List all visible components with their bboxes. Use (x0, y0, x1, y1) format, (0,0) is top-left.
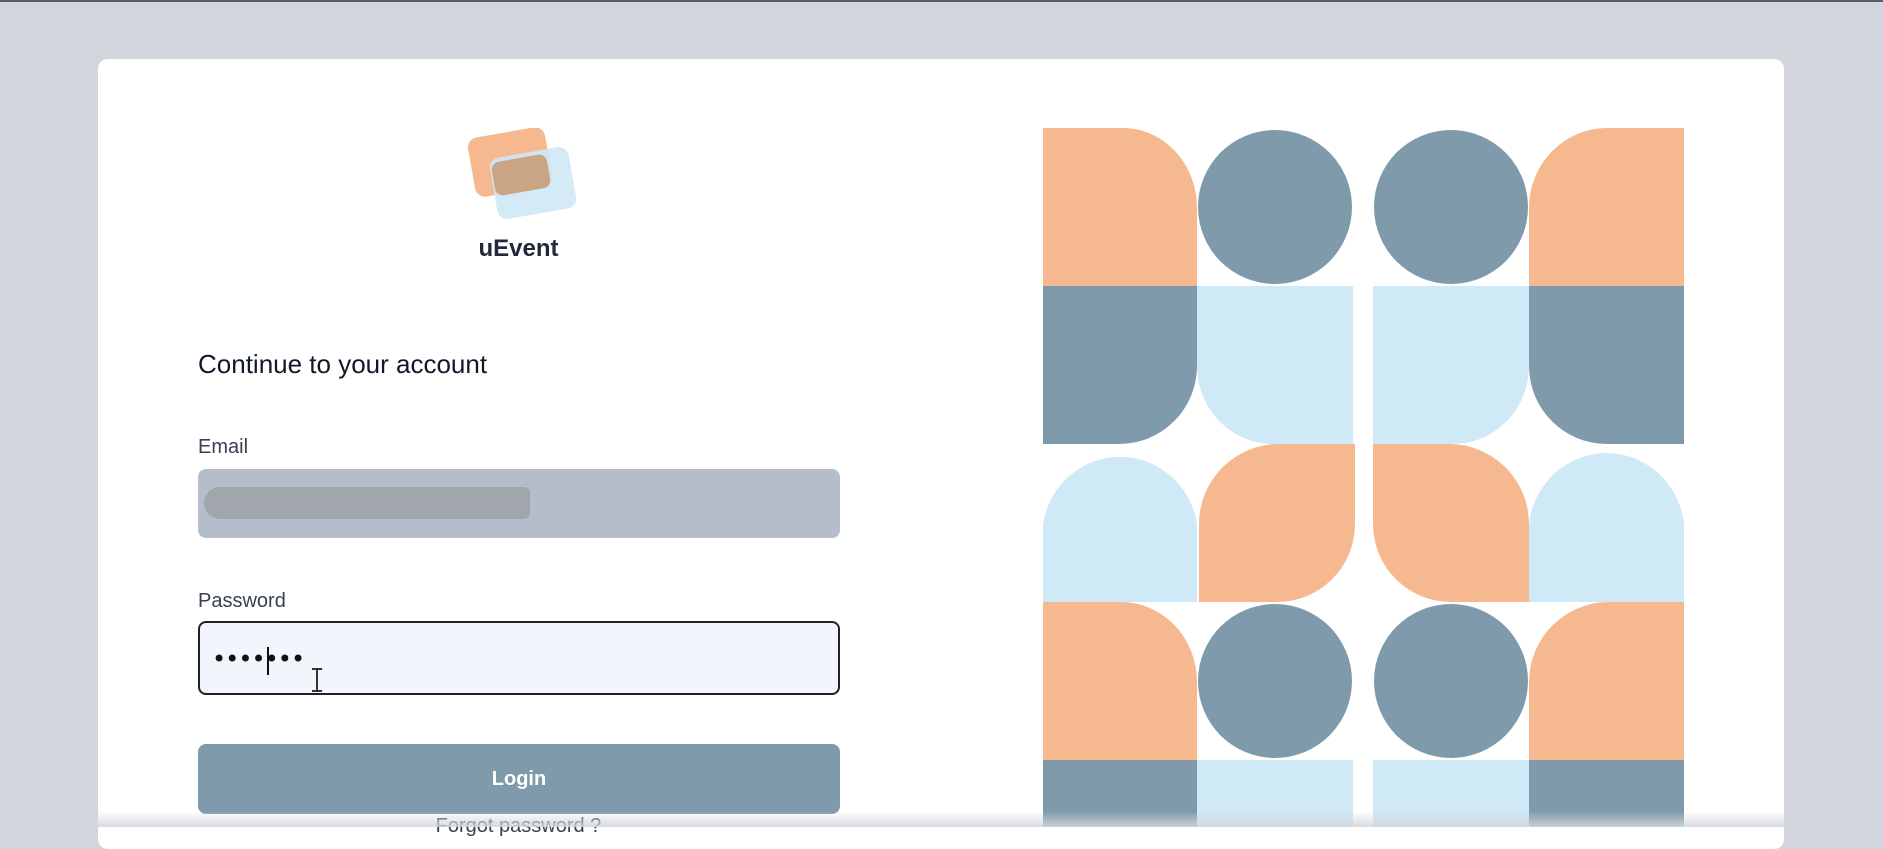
pattern-tile (1529, 760, 1684, 827)
app-logo-icon (467, 128, 577, 219)
pattern-tile (1373, 286, 1529, 444)
password-value: ••••••• (212, 645, 305, 673)
pattern-tile (1374, 130, 1528, 284)
pattern-tile (1043, 602, 1197, 760)
pattern-tile (1529, 602, 1684, 760)
pattern-tile (1197, 286, 1353, 444)
pattern-tile (1198, 604, 1352, 758)
text-caret (267, 647, 269, 675)
brand-name: uEvent (478, 235, 559, 262)
pattern-tile (1529, 453, 1684, 602)
pattern-tile (1198, 130, 1352, 284)
decorative-pattern (1043, 128, 1684, 827)
window-top-border (0, 0, 1883, 2)
email-label: Email (198, 436, 249, 458)
pattern-tile (1529, 286, 1684, 444)
pattern-tile (1043, 128, 1197, 286)
pattern-tile (1373, 760, 1529, 827)
pattern-tile (1197, 760, 1353, 827)
page-title: Continue to your account (198, 349, 488, 379)
email-field[interactable] (198, 469, 840, 538)
pattern-tile (1374, 604, 1528, 758)
password-label: Password (198, 590, 286, 612)
pattern-tile (1529, 128, 1684, 286)
pattern-tile (1043, 286, 1197, 444)
pattern-tile (1043, 760, 1197, 827)
pattern-tile (1373, 444, 1529, 602)
password-field[interactable]: ••••••• (198, 621, 840, 695)
pattern-tile (1199, 444, 1355, 602)
pattern-tile (1043, 456, 1197, 602)
text-cursor-icon (312, 668, 322, 692)
login-button[interactable]: Login (198, 744, 840, 814)
email-redaction (204, 487, 530, 519)
